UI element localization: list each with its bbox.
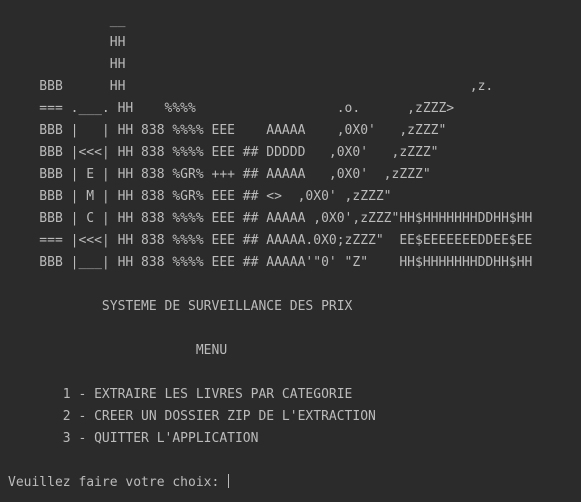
ascii-logo-line: BBB | E | HH 838 %GR% +++ ## AAAAA ,0X0'… (8, 167, 431, 182)
ascii-logo-line: HH (8, 57, 126, 72)
prompt-text: Veuillez faire votre choix: (8, 475, 220, 490)
app-title: SYSTEME DE SURVEILLANCE DES PRIX (8, 299, 353, 314)
ascii-logo-line: === |<<<| HH 838 %%%% EEE ## AAAAA.0X0;z… (8, 233, 533, 248)
input-prompt-line[interactable]: Veuillez faire votre choix: (8, 474, 230, 491)
menu-heading: MENU (8, 343, 228, 358)
ascii-logo-line: BBB |___| HH 838 %%%% EEE ## AAAAA'"0' "… (8, 255, 533, 270)
menu-option-2: 2 - CREER UN DOSSIER ZIP DE L'EXTRACTION (8, 409, 376, 424)
ascii-logo-line: BBB | M | HH 838 %GR% EEE ## <> ,0X0' ,z… (8, 189, 392, 204)
menu-option-1: 1 - EXTRAIRE LES LIVRES PAR CATEGORIE (8, 387, 353, 402)
ascii-logo-line: BBB | C | HH 838 %%%% EEE ## AAAAA ,0X0'… (8, 211, 533, 226)
menu-option-3: 3 - QUITTER L'APPLICATION (8, 431, 259, 446)
ascii-logo-line: BBB |<<<| HH 838 %%%% EEE ## DDDDD ,0X0'… (8, 145, 439, 160)
text-cursor (228, 474, 230, 488)
ascii-logo-line: BBB HH ,z. (8, 79, 494, 94)
ascii-logo-line: __ (8, 13, 126, 28)
terminal-window: __ HH HH BBB HH ,z. === .___. HH %%%% .o… (0, 0, 581, 502)
ascii-logo-line: HH (8, 35, 126, 50)
ascii-logo-line: === .___. HH %%%% .o. ,zZZZ> (8, 101, 455, 116)
ascii-logo-line: BBB | | HH 838 %%%% EEE AAAAA ,0X0' ,zZZ… (8, 123, 447, 138)
